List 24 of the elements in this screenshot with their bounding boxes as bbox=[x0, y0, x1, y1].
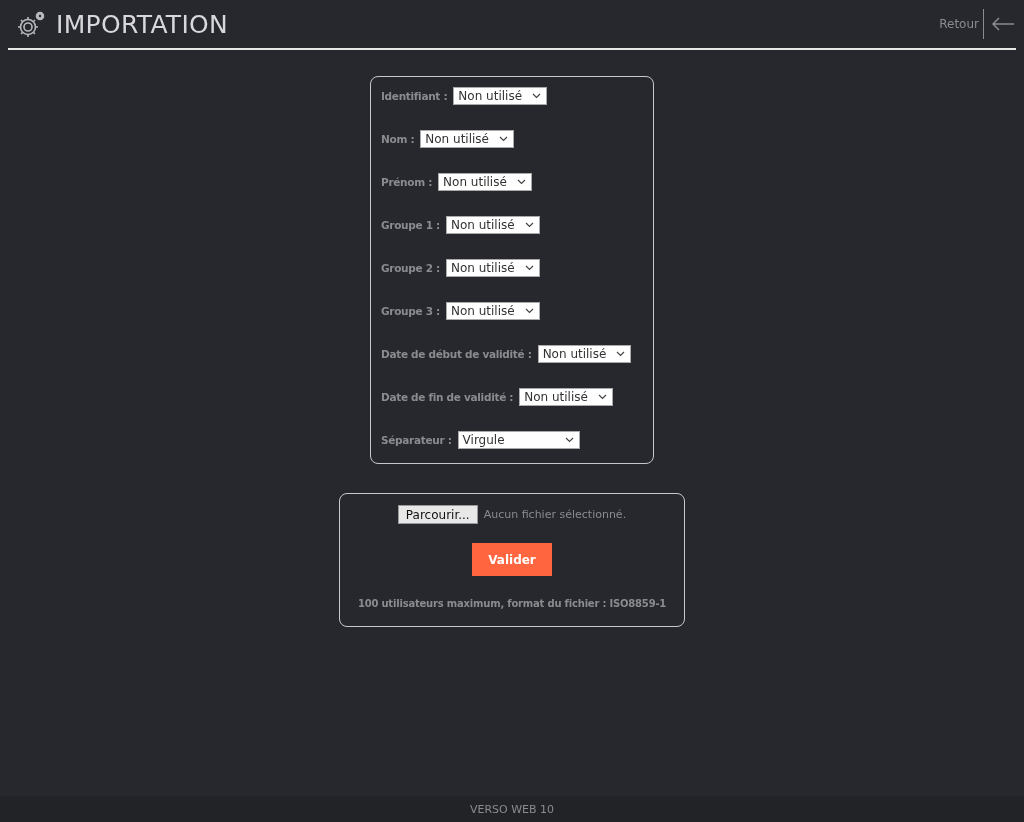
field-label: Date de début de validité : bbox=[381, 348, 532, 360]
field-label: Nom : bbox=[381, 133, 415, 145]
field-label: Date de fin de validité : bbox=[381, 391, 514, 403]
dropdown[interactable]: Virgule bbox=[457, 431, 580, 449]
file-status: Aucun fichier sélectionné. bbox=[483, 508, 627, 521]
upload-note: 100 utilisateurs maximum, format du fichier : ISO8859-1 bbox=[357, 598, 667, 609]
field-label: Séparateur : bbox=[381, 434, 452, 446]
dropdown[interactable]: Non utilisé bbox=[453, 87, 548, 105]
dropdown[interactable]: Non utilisé bbox=[445, 259, 540, 277]
field-label: Prénom : bbox=[381, 176, 433, 188]
field-label: Identifiant : bbox=[381, 90, 448, 102]
dropdown[interactable]: Non utilisé bbox=[445, 302, 540, 320]
browse-button[interactable]: Parcourir... bbox=[397, 505, 478, 524]
dropdown[interactable]: Non utilisé bbox=[420, 130, 514, 148]
field-label: Groupe 3 : bbox=[381, 305, 440, 317]
footer-text: VERSO WEB 10 bbox=[469, 802, 555, 816]
back-link[interactable]: Retour bbox=[939, 9, 984, 39]
dropdown[interactable]: Non utilisé bbox=[445, 216, 540, 234]
dropdown[interactable]: Non utilisé bbox=[537, 345, 632, 363]
field-label: Groupe 1 : bbox=[381, 219, 440, 231]
dropdown[interactable]: Non utilisé bbox=[438, 173, 532, 191]
dropdown[interactable]: Non utilisé bbox=[519, 388, 613, 406]
field-label: Groupe 2 : bbox=[381, 262, 440, 274]
page-title: IMPORTATION bbox=[56, 9, 229, 39]
